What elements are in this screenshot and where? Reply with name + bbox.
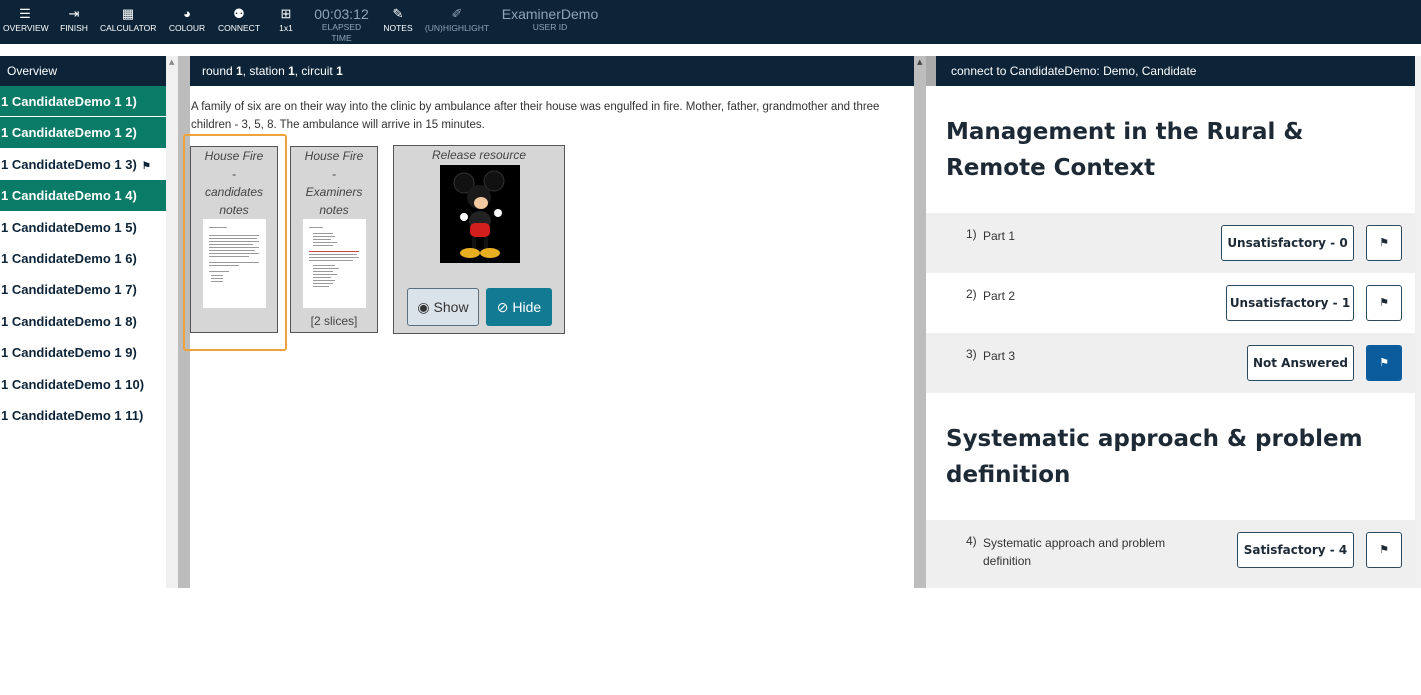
connection-header: connect to CandidateDemo: Demo, Candidat… (926, 56, 1415, 86)
sidebar-item[interactable]: 1 CandidateDemo 1 9) (0, 337, 166, 369)
grade-button[interactable]: Satisfactory - 4 (1237, 532, 1354, 568)
scroll-up-icon[interactable]: ▲ (917, 58, 922, 66)
release-resource-card: Release resource ◉ Show ⊘ Hide (393, 145, 565, 334)
top-toolbar: ☰ OVERVIEW ⇥ FINISH ▦ CALCULATOR ◕ COLOU… (0, 0, 1421, 44)
question-row: 3) Part 3 Not Answered ⚑ (926, 333, 1415, 393)
station-panel: round 1, station 1, circuit 1 A family o… (183, 56, 914, 588)
question-row: 2) Part 2 Unsatisfactory - 1 ⚑ (926, 273, 1415, 333)
flag-button-active[interactable]: ⚑ (1366, 345, 1402, 381)
connect-button[interactable]: ⚉ CONNECT (217, 6, 261, 34)
palette-icon: ◕ (183, 6, 191, 21)
section-title: Systematic approach & problem definition (946, 426, 1363, 488)
finish-button[interactable]: ⇥ FINISH (59, 6, 89, 34)
flag-icon: ⚑ (1379, 356, 1389, 369)
question-row: 1) Part 1 Unsatisfactory - 0 ⚑ (926, 213, 1415, 273)
sidebar-item[interactable]: 1 CandidateDemo 1 2) (0, 117, 166, 149)
layout-button[interactable]: ⊞ 1x1 (275, 6, 297, 34)
scroll-up-icon[interactable]: ▲ (169, 58, 174, 66)
scenario-text: A family of six are on their way into th… (191, 101, 880, 131)
overview-sidebar: Overview 1 CandidateDemo 1 1) 1 Candidate… (0, 56, 166, 588)
highlight-button[interactable]: ✐ (UN)HIGHLIGHT (424, 6, 490, 34)
station-scrollbar[interactable]: ▲ (914, 56, 926, 588)
panel-gutter (926, 56, 936, 86)
elapsed-time: 00:03:12 ELAPSED TIME (314, 6, 369, 43)
grid-icon: ⊞ (280, 6, 292, 21)
flag-icon: ⚑ (1379, 543, 1389, 556)
hide-button[interactable]: ⊘ Hide (486, 288, 552, 326)
sidebar-item[interactable]: 1 CandidateDemo 1 4) (0, 180, 166, 212)
calculator-icon: ▦ (121, 6, 135, 21)
sidebar-list: 1 CandidateDemo 1 1) 1 CandidateDemo 1 2)… (0, 86, 166, 432)
sidebar-item[interactable]: 1 CandidateDemo 1 1) (0, 86, 166, 118)
sidebar-title: Overview (0, 56, 166, 86)
document-thumbnail[interactable] (203, 219, 266, 308)
edit-icon: ✎ (392, 6, 404, 21)
resource-candidates-notes[interactable]: House Fire - candidates notes (183, 134, 287, 351)
resource-examiners-notes[interactable]: House Fire - Examiners notes [2 slices] (290, 146, 378, 333)
sidebar-item[interactable]: 1 CandidateDemo 1 8) (0, 306, 166, 338)
overview-button[interactable]: ☰ OVERVIEW (3, 6, 49, 34)
show-button[interactable]: ◉ Show (407, 288, 479, 326)
colour-button[interactable]: ◕ COLOUR (168, 6, 206, 34)
highlighter-icon: ✐ (451, 6, 463, 21)
eye-slash-icon: ⊘ (496, 299, 509, 315)
resource-image (440, 165, 520, 263)
assessment-scrollbar[interactable] (1415, 56, 1421, 588)
document-thumbnail[interactable] (303, 219, 366, 308)
flag-icon: ⚑ (1379, 296, 1389, 309)
sidebar-item[interactable]: 1 CandidateDemo 1 6) (0, 243, 166, 275)
grade-button[interactable]: Not Answered (1247, 345, 1354, 381)
sidebar-item[interactable]: 1 CandidateDemo 1 3) ⚑ (0, 149, 166, 181)
calculator-button[interactable]: ▦ CALCULATOR (100, 6, 156, 34)
slices-count: [2 slices] (310, 314, 358, 328)
flag-icon: ⚑ (141, 160, 151, 172)
sidebar-item[interactable]: 1 CandidateDemo 1 11) (0, 400, 166, 432)
station-header: round 1, station 1, circuit 1 (190, 56, 914, 86)
connect-icon: ⚉ (233, 6, 245, 21)
grade-button[interactable]: Unsatisfactory - 1 (1226, 285, 1354, 321)
sidebar-item[interactable]: 1 CandidateDemo 1 5) (0, 212, 166, 243)
finish-icon: ⇥ (68, 6, 80, 21)
flag-icon: ⚑ (1379, 236, 1389, 249)
sidebar-item[interactable]: 1 CandidateDemo 1 10) (0, 369, 166, 400)
sidebar-scrollbar[interactable]: ▲ (166, 56, 178, 588)
flag-button[interactable]: ⚑ (1366, 225, 1402, 261)
question-row: 4) Systematic approach and problem defin… (926, 520, 1415, 588)
assessment-panel: connect to CandidateDemo: Demo, Candidat… (926, 56, 1415, 588)
notes-button[interactable]: ✎ NOTES (383, 6, 413, 34)
section-title: Management in the Rural & Remote Context (946, 119, 1304, 181)
grade-button[interactable]: Unsatisfactory - 0 (1221, 225, 1354, 261)
eye-icon: ◉ (417, 299, 430, 315)
flag-button[interactable]: ⚑ (1366, 532, 1402, 568)
overview-icon: ☰ (19, 6, 31, 21)
flag-button[interactable]: ⚑ (1366, 285, 1402, 321)
sidebar-item[interactable]: 1 CandidateDemo 1 7) (0, 274, 166, 306)
user-info: ExaminerDemo USER ID (501, 6, 599, 32)
